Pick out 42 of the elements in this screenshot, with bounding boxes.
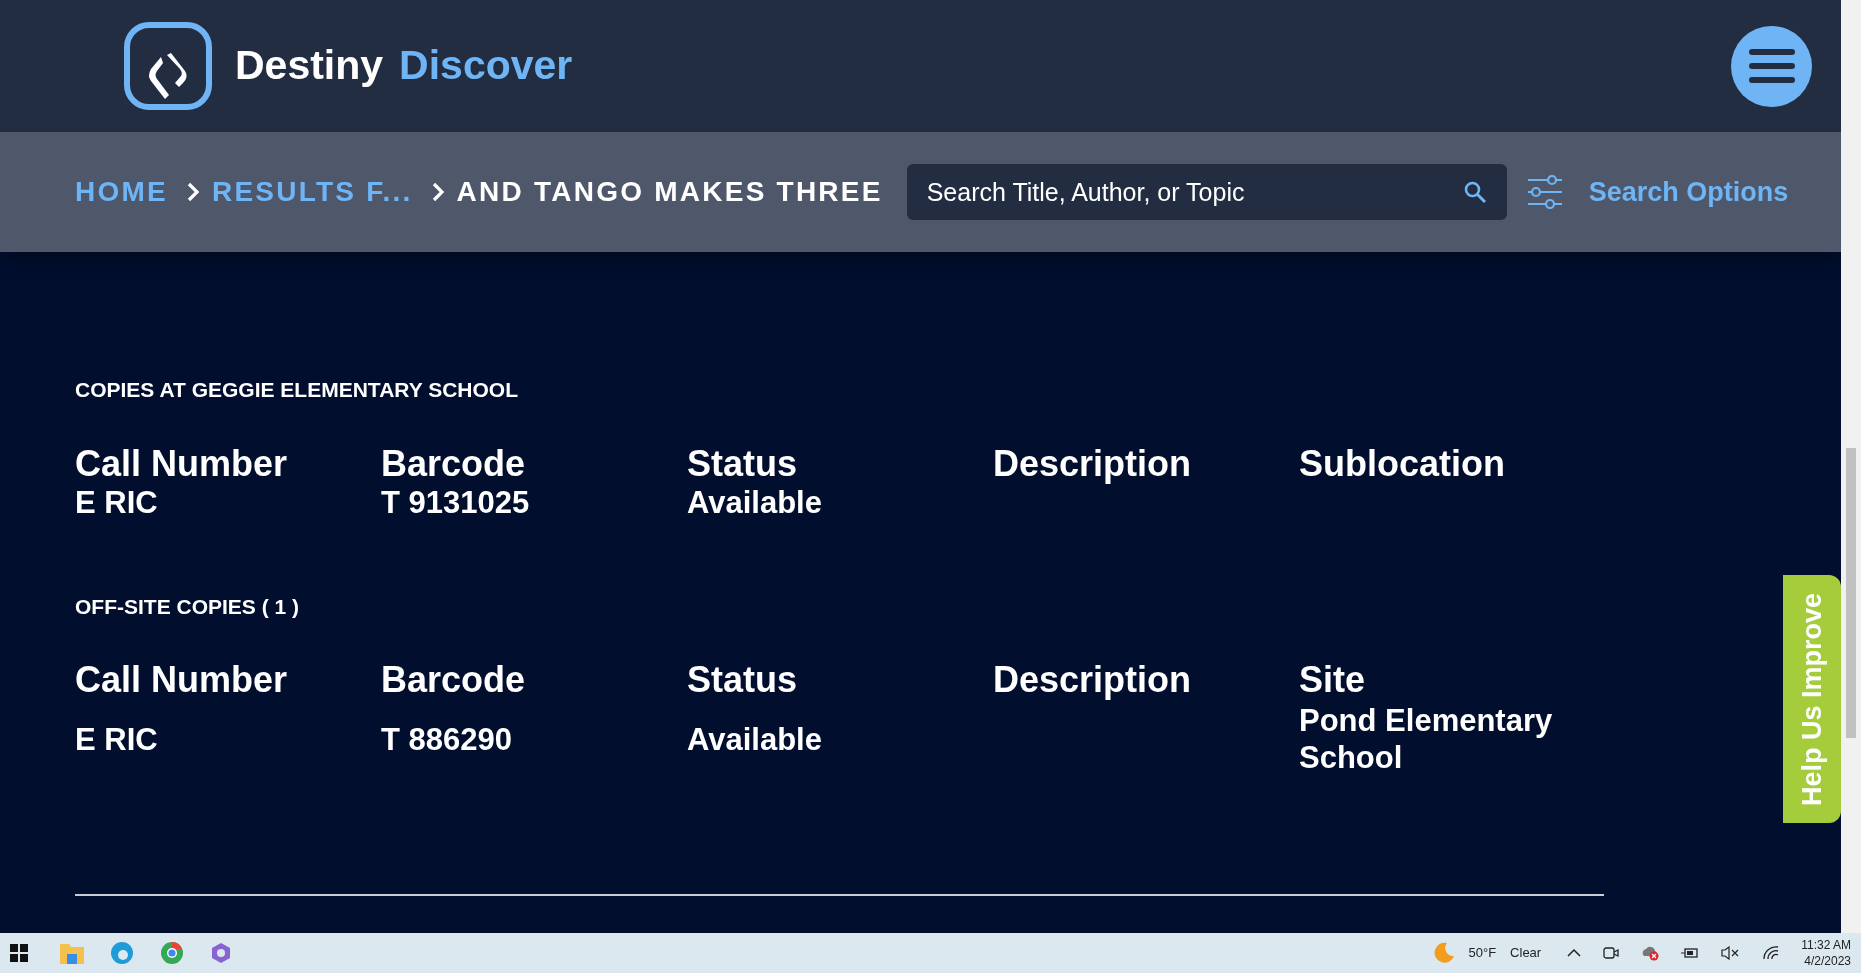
speaker-muted-icon[interactable]: [1721, 946, 1740, 960]
brand-name: Destiny: [235, 41, 384, 91]
column-header: Sublocation: [1299, 443, 1506, 484]
clock-date[interactable]: 4/2/2023: [1804, 953, 1851, 969]
table-cell-text: Available: [687, 720, 823, 758]
column-header: Status: [687, 443, 799, 484]
column-header: Barcode: [381, 443, 527, 484]
app-icon[interactable]: [210, 942, 232, 964]
table-cell-text: E RIC: [75, 720, 159, 758]
table-cell-text: T 9131025: [381, 483, 531, 521]
column-header: Site: [1299, 660, 1367, 700]
logo-icon: [123, 21, 213, 111]
section-heading: COPIES AT GEGGIE ELEMENTARY SCHOOL: [75, 377, 519, 403]
chevron-right-icon: [185, 181, 200, 203]
cloud-error-icon[interactable]: [1641, 945, 1660, 961]
table-cell-text: Pond Elementary School: [1299, 702, 1554, 776]
column-header: Description: [993, 443, 1193, 484]
column-header: Barcode: [381, 660, 527, 700]
column-header: Call Number: [75, 660, 289, 700]
sliders-icon[interactable]: [1526, 175, 1563, 209]
search-icon[interactable]: [1462, 180, 1487, 204]
weather-condition[interactable]: Clear: [1510, 943, 1542, 963]
breadcrumb-current: AND TANGO MAKES THREE: [456, 175, 883, 209]
chevron-right-icon: [430, 181, 445, 203]
browser-icon[interactable]: [160, 941, 184, 965]
scrollbar[interactable]: [1841, 0, 1861, 933]
table-cell-text: E RIC: [75, 483, 159, 521]
table-cell-text: Available: [687, 483, 823, 521]
camera-icon[interactable]: [1603, 946, 1620, 960]
clock-time[interactable]: 11:32 AM: [1801, 937, 1851, 953]
column-header: Status: [687, 660, 799, 700]
folder-icon[interactable]: [60, 942, 84, 964]
table-cell-text: T 886290: [381, 720, 513, 758]
wifi-icon[interactable]: [1763, 946, 1780, 960]
windows-start-icon[interactable]: [10, 944, 28, 962]
battery-icon[interactable]: [1681, 947, 1700, 959]
chevron-up-icon[interactable]: [1567, 948, 1582, 958]
column-header: Call Number: [75, 443, 289, 484]
brand-name: Discover: [399, 41, 573, 91]
search-field[interactable]: Search Title, Author, or Topic: [906, 164, 1507, 220]
column-header: Description: [993, 660, 1193, 700]
temperature[interactable]: 50°F: [1468, 943, 1497, 963]
